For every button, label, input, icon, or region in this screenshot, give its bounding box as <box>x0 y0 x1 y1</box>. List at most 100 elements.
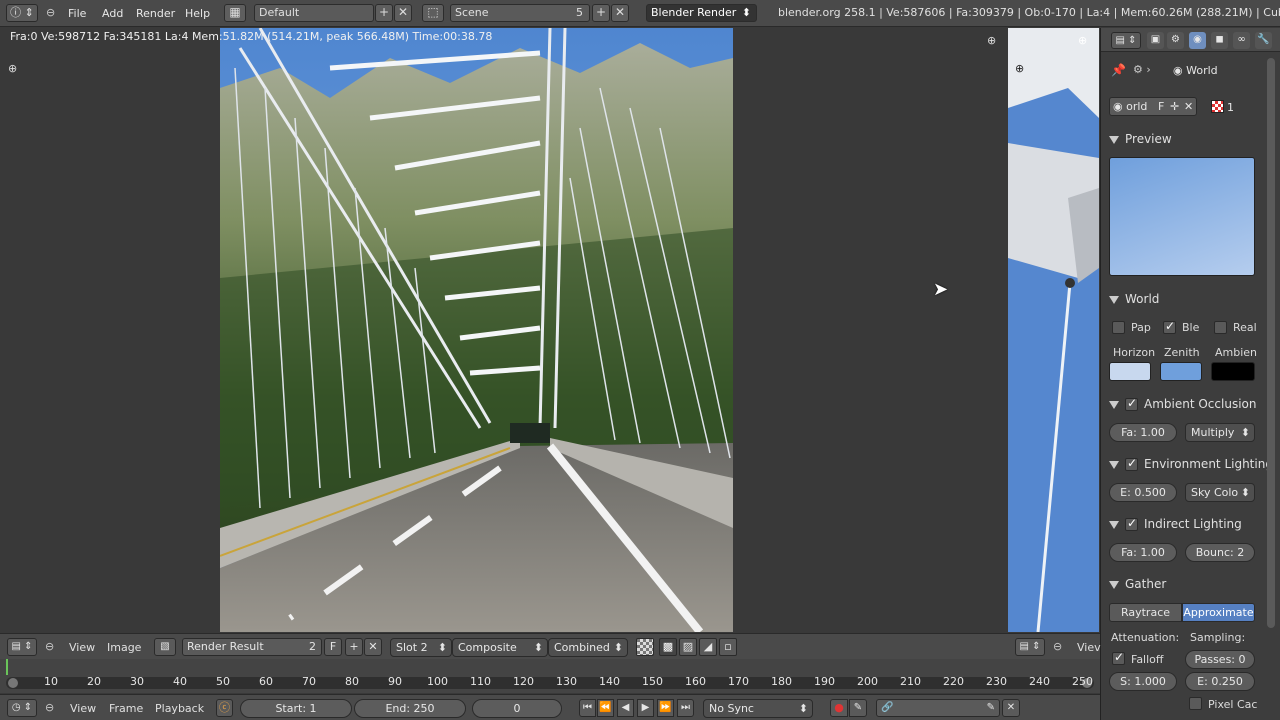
world-datablock-field[interactable]: ◉ orld F ✛ ✕ <box>1109 97 1197 116</box>
falloff-checkbox[interactable] <box>1112 650 1125 665</box>
draw-channels-icon[interactable] <box>636 638 654 656</box>
pixel-cache-checkbox[interactable] <box>1189 697 1202 710</box>
side-plus-icon[interactable]: ⊕ <box>1015 62 1024 75</box>
gather-approximate-button[interactable]: Approximate <box>1182 603 1255 622</box>
fake-user-toggle[interactable]: F <box>1158 98 1164 115</box>
tab-object-icon[interactable]: ◼ <box>1211 32 1228 49</box>
collapse-menu-icon[interactable]: ⊖ <box>46 6 55 19</box>
falloff-strength-field[interactable]: S: 1.000 <box>1109 672 1177 691</box>
menu-help[interactable]: Help <box>185 7 210 20</box>
menu-render[interactable]: Render <box>136 7 175 20</box>
indirect-enable-checkbox[interactable] <box>1125 516 1138 531</box>
gather-panel-header[interactable]: Gather <box>1109 577 1166 591</box>
jump-keyframe-back-icon[interactable]: ⏪ <box>597 699 614 717</box>
sync-mode-select[interactable]: No Sync ⬍ <box>703 699 813 718</box>
image-name-field[interactable]: Render Result 2 <box>182 638 322 656</box>
ao-panel-header[interactable]: Ambient Occlusion <box>1109 396 1256 411</box>
corner-plus-icon[interactable]: ⊕ <box>8 62 17 75</box>
env-panel-header[interactable]: Environment Lighting <box>1109 456 1273 471</box>
record-icon[interactable]: ● <box>830 699 848 717</box>
timeline-menu-playback[interactable]: Playback <box>155 702 204 715</box>
gather-raytrace-button[interactable]: Raytrace <box>1109 603 1182 622</box>
info-editor-icon[interactable]: ⓘ ⇕ <box>6 4 38 22</box>
keying-set-insert-icon[interactable]: ✎ <box>987 700 995 716</box>
ao-enable-checkbox[interactable] <box>1125 396 1138 411</box>
world-panel-header[interactable]: World <box>1109 292 1159 306</box>
tab-modifiers-icon[interactable]: 🔧 <box>1255 32 1272 49</box>
unlink-image-button[interactable]: ✕ <box>364 638 382 656</box>
scene-icon[interactable]: ⬚ <box>422 4 444 22</box>
menu-view[interactable]: View <box>69 641 95 654</box>
timeline-menu-view[interactable]: View <box>70 702 96 715</box>
timeline-scrollbar[interactable] <box>6 677 1094 689</box>
paper-sky-checkbox[interactable] <box>1112 321 1125 334</box>
start-frame-field[interactable]: Start: 1 <box>240 699 352 718</box>
screen-layout-icon[interactable]: ▦ <box>224 4 246 22</box>
alpha-channel-icon[interactable]: ▩ <box>659 638 677 656</box>
env-energy-field[interactable]: E: 0.500 <box>1109 483 1177 502</box>
pin-icon[interactable]: 📌 <box>1111 63 1126 77</box>
clear-keying-set-icon[interactable]: ✕ <box>1002 699 1020 717</box>
passes-field[interactable]: Passes: 0 <box>1185 650 1255 669</box>
env-source-select[interactable]: Sky Colo ⬍ <box>1185 483 1255 502</box>
tab-world-icon[interactable]: ◉ <box>1189 32 1206 49</box>
side-editor-type-icon[interactable]: ▤ ⇕ <box>1015 638 1045 656</box>
remove-scene-button[interactable]: ✕ <box>611 4 629 22</box>
tab-scene-icon[interactable]: ⚙ <box>1167 32 1184 49</box>
green-channel-icon[interactable]: ▫ <box>719 638 737 656</box>
add-image-button[interactable]: + <box>345 638 363 656</box>
properties-scrollbar[interactable] <box>1267 58 1275 628</box>
slot-select[interactable]: Slot 2 ⬍ <box>390 638 452 657</box>
red-channel-icon[interactable]: ◢ <box>699 638 717 656</box>
scroll-handle-icon[interactable] <box>8 678 18 688</box>
indirect-factor-field[interactable]: Fa: 1.00 <box>1109 543 1177 562</box>
corner-plus-icon-right[interactable]: ⊕ <box>987 34 996 47</box>
jump-keyframe-forward-icon[interactable]: ⏩ <box>657 699 674 717</box>
unlink-world-icon[interactable]: ✕ <box>1184 98 1193 115</box>
error-field[interactable]: E: 0.250 <box>1185 672 1255 691</box>
jump-start-icon[interactable]: ⏮ <box>579 699 596 717</box>
pass-select[interactable]: Combined ⬍ <box>548 638 628 657</box>
env-enable-checkbox[interactable] <box>1125 456 1138 471</box>
keying-mode-icon[interactable]: ✎ <box>849 699 867 717</box>
ao-blend-select[interactable]: Multiply ⬍ <box>1185 423 1255 442</box>
collapse-menu-icon[interactable]: ⊖ <box>45 701 54 714</box>
ambient-color-swatch[interactable] <box>1211 362 1255 381</box>
scene-field[interactable]: Scene 5 <box>450 4 590 22</box>
timeline-editor-type-icon[interactable]: ◷ ⇕ <box>7 699 37 717</box>
layer-select[interactable]: Composite ⬍ <box>452 638 548 657</box>
collapse-menu-icon[interactable]: ⊖ <box>45 640 54 653</box>
screen-layout-field[interactable]: Default <box>254 4 374 22</box>
remove-layout-button[interactable]: ✕ <box>394 4 412 22</box>
image-fake-user-button[interactable]: F <box>324 638 342 656</box>
indirect-bounces-field[interactable]: Bounc: 2 <box>1185 543 1255 562</box>
side-plus-icon-right[interactable]: ⊕ <box>1078 34 1087 47</box>
zbuffer-icon[interactable]: ▨ <box>679 638 697 656</box>
play-reverse-icon[interactable]: ◀ <box>617 699 634 717</box>
tab-constraints-icon[interactable]: ∞ <box>1233 32 1250 49</box>
add-world-icon[interactable]: ✛ <box>1170 98 1179 115</box>
render-engine-select[interactable]: Blender Render ⬍ <box>646 4 757 22</box>
add-scene-button[interactable]: + <box>592 4 610 22</box>
zenith-color-swatch[interactable] <box>1160 362 1202 381</box>
menu-image[interactable]: Image <box>107 641 141 654</box>
ao-factor-field[interactable]: Fa: 1.00 <box>1109 423 1177 442</box>
indirect-panel-header[interactable]: Indirect Lighting <box>1109 516 1242 531</box>
preview-panel-header[interactable]: Preview <box>1109 132 1172 146</box>
timeline-menu-frame[interactable]: Frame <box>109 702 143 715</box>
add-layout-button[interactable]: + <box>375 4 393 22</box>
editor-type-icon[interactable]: ▤ ⇕ <box>1111 32 1141 49</box>
keying-set-field[interactable]: 🔗 ✎ <box>876 699 1000 717</box>
image-editor-type-icon[interactable]: ▤ ⇕ <box>7 638 37 656</box>
side-3d-viewport[interactable]: ⊕ ⊕ <box>1008 28 1099 632</box>
collapse-menu-icon[interactable]: ⊖ <box>1053 640 1062 653</box>
end-frame-field[interactable]: End: 250 <box>354 699 466 718</box>
current-frame-field[interactable]: 0 <box>472 699 562 718</box>
menu-file[interactable]: File <box>68 7 86 20</box>
side-menu-view[interactable]: Viev <box>1077 641 1101 654</box>
image-browse-icon[interactable]: ▧ <box>154 638 176 656</box>
preview-range-icon[interactable]: ⓒ <box>216 699 233 717</box>
blend-sky-checkbox[interactable] <box>1163 319 1176 334</box>
play-icon[interactable]: ▶ <box>637 699 654 717</box>
tab-render-icon[interactable]: ▣ <box>1147 32 1164 49</box>
